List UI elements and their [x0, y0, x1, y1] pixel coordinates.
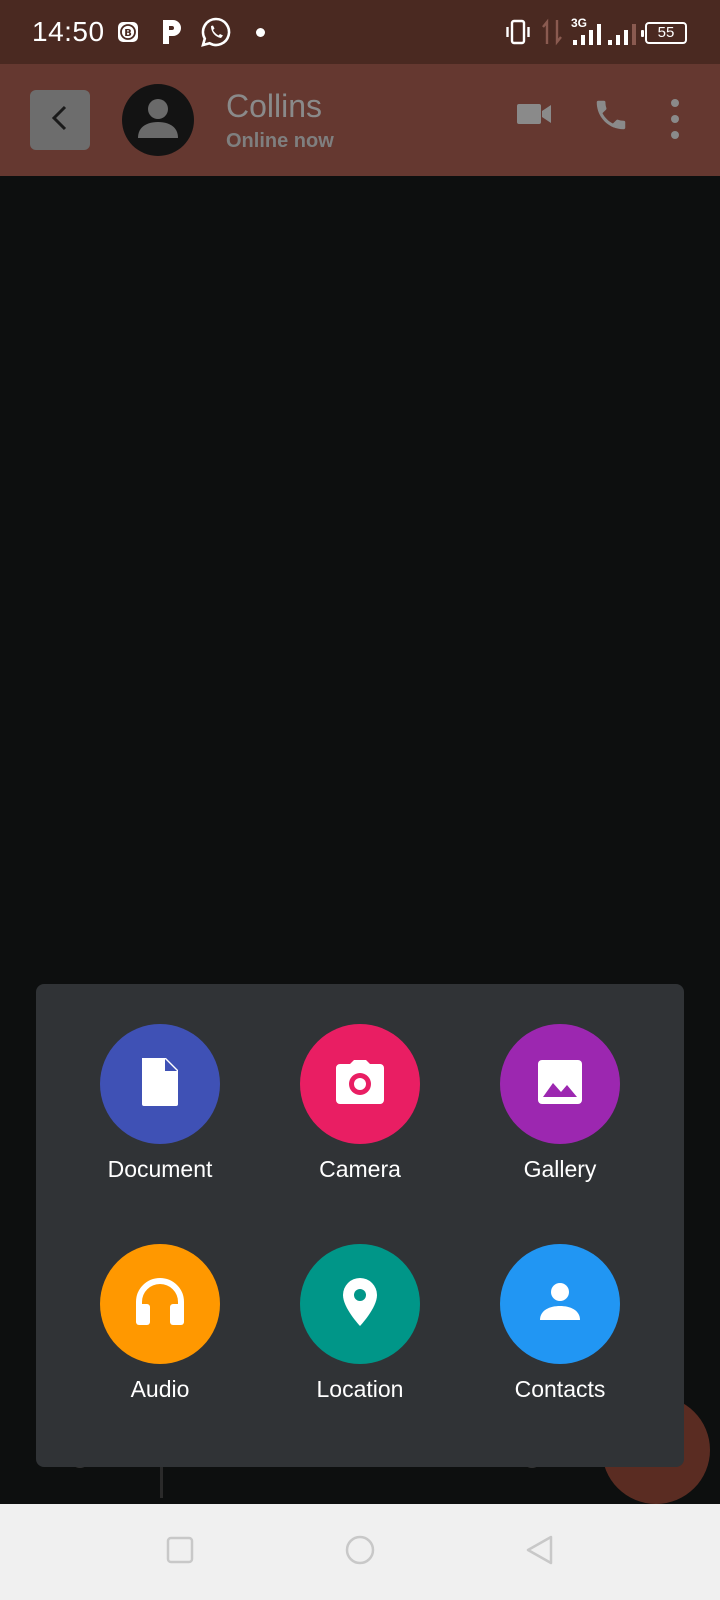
video-call-button[interactable]: [516, 100, 552, 133]
svg-text:B: B: [124, 28, 132, 39]
camera-icon: [334, 1059, 386, 1109]
voice-call-button[interactable]: [592, 96, 630, 139]
attach-contacts-circle: [500, 1244, 620, 1364]
home-button[interactable]: [344, 1534, 376, 1571]
more-icon: [668, 98, 682, 145]
vibrate-icon: [504, 18, 532, 51]
contact-name: Collins: [226, 88, 323, 124]
whatsapp-icon: [200, 16, 232, 53]
data-arrows-icon: [542, 18, 562, 51]
back-nav-icon: [524, 1534, 554, 1571]
attach-audio-button[interactable]: Audio: [80, 1244, 240, 1434]
attach-label: Document: [107, 1156, 213, 1182]
attach-label: Location: [316, 1376, 404, 1402]
contact-icon: [538, 1282, 582, 1327]
attach-location-button[interactable]: Location: [280, 1244, 440, 1434]
attach-gallery-circle: [500, 1024, 620, 1144]
back-button[interactable]: [30, 90, 90, 150]
more-options-button[interactable]: [668, 98, 682, 145]
attach-camera-circle: [300, 1024, 420, 1144]
attach-document-button[interactable]: Document: [80, 1024, 240, 1214]
attach-camera-button[interactable]: Camera: [280, 1024, 440, 1214]
gallery-icon: [537, 1059, 583, 1110]
status-time: 14:50: [32, 16, 105, 47]
attach-document-circle: [100, 1024, 220, 1144]
attach-label: Camera: [319, 1156, 401, 1182]
document-icon: [138, 1056, 182, 1113]
attach-contacts-button[interactable]: Contacts: [480, 1244, 640, 1434]
location-pin-icon: [342, 1277, 378, 1332]
phone-icon: [592, 96, 630, 139]
avatar-icon: [136, 96, 180, 145]
back-icon: [48, 104, 72, 137]
signal-icon-2: [608, 22, 638, 51]
signal-icon: [573, 22, 605, 51]
headphones-icon: [135, 1277, 185, 1331]
home-icon: [344, 1534, 376, 1571]
attach-label: Audio: [130, 1376, 190, 1402]
recents-button[interactable]: [166, 1536, 194, 1569]
system-nav-bar: [0, 1504, 720, 1600]
attach-gallery-button[interactable]: Gallery: [480, 1024, 640, 1214]
avatar[interactable]: [122, 84, 194, 156]
p-icon: [160, 18, 184, 51]
chat-header: Collins Online now: [0, 64, 720, 176]
attach-label: Gallery: [523, 1156, 597, 1182]
battery-icon: 55: [641, 22, 687, 44]
video-call-icon: [516, 100, 552, 133]
bitcoin-icon: B: [116, 20, 140, 49]
attach-location-circle: [300, 1244, 420, 1364]
recents-icon: [166, 1536, 194, 1569]
attachment-sheet: Document Camera Gallery Audio Location C…: [36, 984, 684, 1467]
back-nav-button[interactable]: [524, 1534, 554, 1571]
status-bar: 14:50 B 3G 55: [0, 0, 720, 64]
attach-label: Contacts: [514, 1376, 606, 1402]
attach-audio-circle: [100, 1244, 220, 1364]
contact-status: Online now: [226, 130, 334, 152]
dot-icon: [256, 28, 265, 37]
